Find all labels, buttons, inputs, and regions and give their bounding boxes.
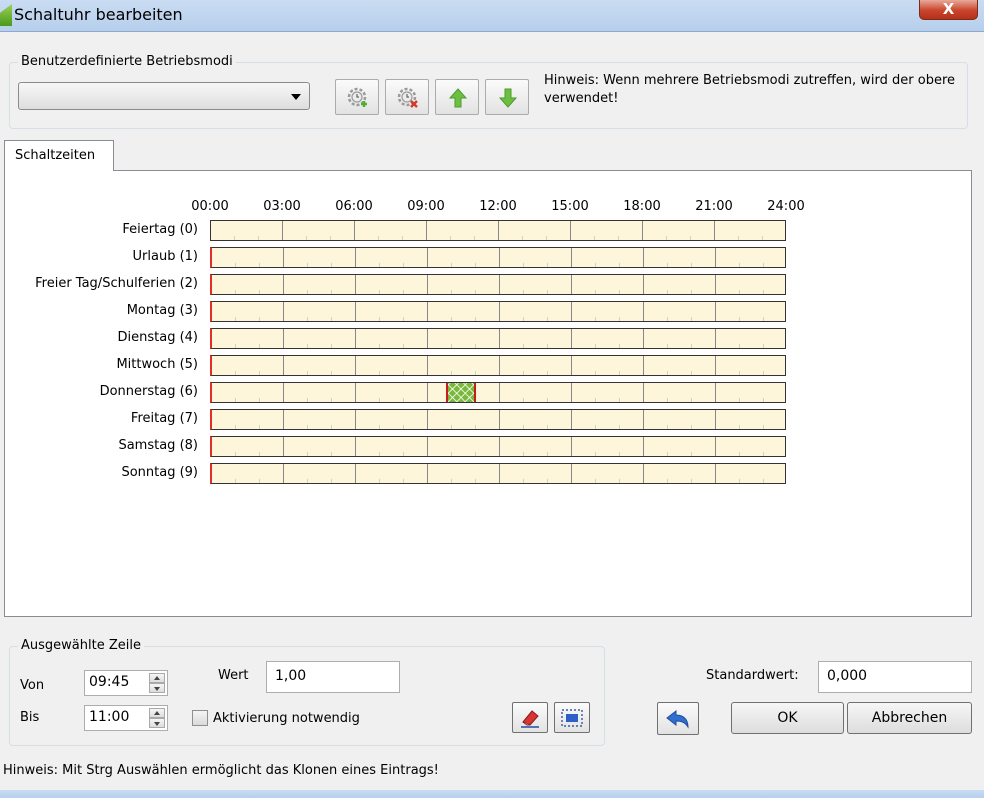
spin-up-icon[interactable]: [149, 708, 165, 718]
hour-label: 18:00: [623, 199, 661, 214]
activation-checkbox[interactable]: [192, 710, 208, 726]
spin-down-icon[interactable]: [149, 683, 165, 693]
bis-time-input[interactable]: 11:00: [84, 705, 168, 731]
eraser-button[interactable]: [512, 702, 548, 733]
undo-arrow-icon: [666, 709, 689, 729]
delete-mode-button[interactable]: [385, 79, 429, 115]
ok-button-label: OK: [777, 710, 798, 726]
select-range-button[interactable]: [554, 702, 590, 733]
schedule-row-bar[interactable]: [210, 328, 786, 349]
von-time-value: 09:45: [89, 674, 130, 690]
von-stepper[interactable]: [149, 673, 165, 693]
schedule-row-bar[interactable]: [210, 463, 786, 484]
eraser-icon: [521, 709, 539, 728]
window-title: Schaltuhr bearbeiten: [14, 5, 183, 24]
bis-stepper[interactable]: [149, 708, 165, 728]
standardwert-label: Standardwert:: [706, 668, 799, 683]
modes-hint: Hinweis: Wenn mehrere Betriebsmodi zutre…: [544, 73, 956, 106]
hour-label: 21:00: [695, 199, 733, 214]
modes-group-legend: Benutzerdefinierte Betriebsmodi: [18, 54, 236, 69]
spin-down-icon[interactable]: [149, 718, 165, 728]
row-label: Urlaub (1): [132, 249, 198, 264]
move-up-icon: [448, 88, 468, 108]
activation-label: Aktivierung notwendig: [213, 711, 360, 726]
schedule-row-bar[interactable]: [210, 409, 786, 430]
hour-label: 06:00: [335, 199, 373, 214]
undo-button[interactable]: [657, 702, 699, 735]
delete-mode-icon: [397, 87, 418, 108]
add-mode-button[interactable]: [335, 79, 379, 115]
window-bottom-edge: [0, 790, 984, 798]
schedule-segment[interactable]: [446, 383, 476, 402]
schedule-row-bar[interactable]: [210, 382, 786, 403]
hour-label: 00:00: [191, 199, 229, 214]
select-range-icon: [561, 708, 583, 727]
spin-up-icon[interactable]: [149, 673, 165, 683]
mode-select[interactable]: [18, 82, 310, 110]
title-bar: Schaltuhr bearbeiten X: [0, 0, 984, 32]
row-label: Samstag (8): [118, 438, 198, 453]
wert-value: 1,00: [275, 668, 307, 684]
schedule-row-bar[interactable]: [210, 220, 786, 241]
move-down-button[interactable]: [485, 79, 529, 115]
schedule-row-bar[interactable]: [210, 436, 786, 457]
move-down-icon: [498, 88, 518, 108]
cancel-button[interactable]: Abbrechen: [847, 702, 972, 734]
row-label: Dienstag (4): [117, 330, 199, 345]
row-label: Freitag (7): [130, 411, 198, 426]
standardwert-input[interactable]: 0,000: [818, 661, 972, 693]
schedule-row-bar[interactable]: [210, 355, 786, 376]
close-button[interactable]: X: [919, 0, 978, 20]
cancel-button-label: Abbrechen: [871, 710, 948, 726]
bis-time-value: 11:00: [89, 709, 130, 725]
hour-label: 09:00: [407, 199, 445, 214]
app-logo-icon: [0, 4, 12, 26]
selected-row-legend: Ausgewählte Zeile: [18, 638, 144, 653]
von-time-input[interactable]: 09:45: [84, 670, 168, 696]
row-label: Feiertag (0): [122, 222, 198, 237]
standardwert-value: 0,000: [827, 668, 868, 684]
schedule-row-bar[interactable]: [210, 301, 786, 322]
wert-input[interactable]: 1,00: [266, 661, 400, 693]
bis-label: Bis: [20, 710, 40, 725]
row-label: Freier Tag/Schulferien (2): [35, 276, 198, 291]
schedule-row-bar[interactable]: [210, 247, 786, 268]
hour-label: 24:00: [767, 199, 805, 214]
row-label: Donnerstag (6): [99, 384, 198, 399]
footer-hint: Hinweis: Mit Strg Auswählen ermöglicht d…: [3, 763, 439, 778]
hour-label: 15:00: [551, 199, 589, 214]
row-label: Mittwoch (5): [116, 357, 198, 372]
add-mode-icon: [347, 87, 367, 107]
move-up-button[interactable]: [435, 79, 479, 115]
wert-label: Wert: [218, 668, 249, 683]
von-label: Von: [20, 678, 45, 693]
row-label: Sonntag (9): [121, 465, 198, 480]
chevron-down-icon: [291, 94, 301, 100]
tab-label: Schaltzeiten: [15, 148, 96, 163]
close-icon: X: [942, 0, 955, 18]
row-label: Montag (3): [126, 303, 198, 318]
hour-label: 12:00: [479, 199, 517, 214]
schedule-row-bar[interactable]: [210, 274, 786, 295]
hour-label: 03:00: [263, 199, 301, 214]
ok-button[interactable]: OK: [731, 702, 844, 734]
tab-schaltzeiten[interactable]: Schaltzeiten: [4, 140, 114, 171]
